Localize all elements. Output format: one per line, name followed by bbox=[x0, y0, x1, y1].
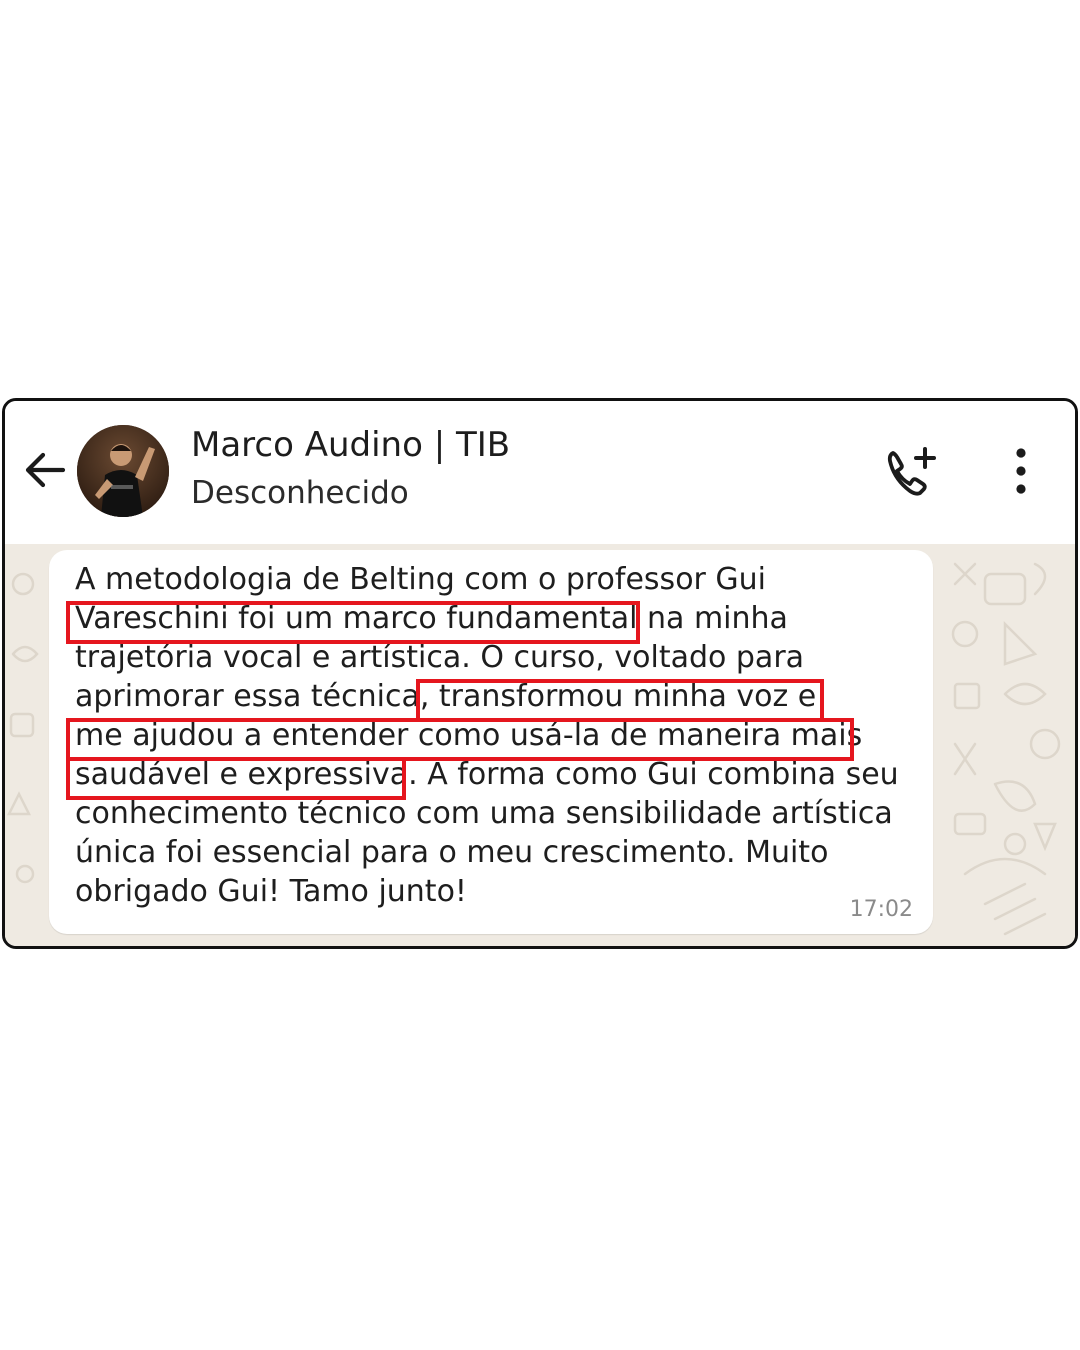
message-line: única foi essencial para o meu crescimen… bbox=[75, 835, 829, 870]
add-call-icon bbox=[887, 447, 936, 496]
highlight-box-entender-uso bbox=[66, 718, 854, 761]
highlight-box-saudavel-expressiva bbox=[66, 757, 406, 800]
message-bubble[interactable]: A metodologia de Belting com o professor… bbox=[49, 550, 933, 934]
back-button[interactable] bbox=[21, 445, 69, 493]
avatar-photo bbox=[77, 425, 169, 517]
message-line: A metodologia de Belting com o professor… bbox=[75, 562, 767, 597]
message-line: obrigado Gui! Tamo junto! bbox=[75, 874, 467, 909]
chat-screenshot-card: Marco Audino | TIB Desconhecido A metodo… bbox=[2, 398, 1078, 949]
highlight-box-transformou-voz bbox=[416, 679, 824, 722]
highlight-box-marco-fundamental bbox=[66, 601, 640, 644]
avatar[interactable] bbox=[77, 425, 169, 517]
contact-name[interactable]: Marco Audino | TIB bbox=[191, 425, 510, 465]
add-call-button[interactable] bbox=[883, 445, 943, 501]
chat-header: Marco Audino | TIB Desconhecido bbox=[5, 401, 1075, 544]
chat-area: A metodologia de Belting com o professor… bbox=[5, 544, 1075, 946]
contact-status: Desconhecido bbox=[191, 475, 409, 511]
arrow-left-icon bbox=[25, 452, 66, 488]
message-timestamp: 17:02 bbox=[849, 897, 913, 922]
more-vertical-icon bbox=[1016, 448, 1026, 494]
more-options-button[interactable] bbox=[1001, 445, 1041, 497]
